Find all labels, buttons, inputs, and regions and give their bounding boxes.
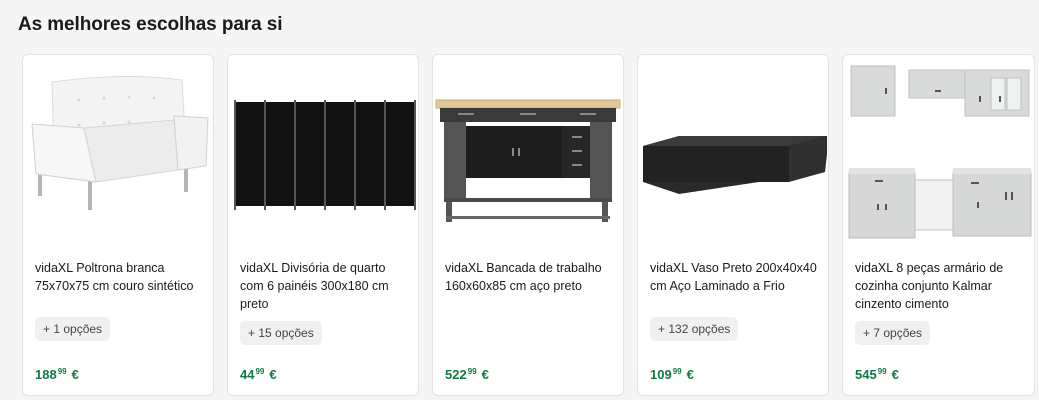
product-carousel: vidaXL Poltrona branca 75x70x75 cm couro… [22, 54, 1035, 396]
kitchen-cabinet-set-image[interactable] [843, 55, 1034, 245]
price-cents: 99 [255, 367, 265, 376]
options-badge[interactable]: + 15 opções [240, 321, 322, 345]
black-planter-image[interactable] [638, 55, 828, 245]
product-card[interactable]: vidaXL Bancada de trabalho 160x60x85 cm … [432, 54, 624, 396]
product-card[interactable]: vidaXL 8 peças armário de cozinha conjun… [842, 54, 1035, 396]
price-cents: 99 [467, 367, 477, 376]
product-card[interactable]: vidaXL Vaso Preto 200x40x40 cm Aço Lamin… [637, 54, 829, 396]
options-badge[interactable]: + 1 opções [35, 317, 111, 341]
product-card[interactable]: vidaXL Divisória de quarto com 6 painéis… [227, 54, 419, 396]
product-card[interactable]: vidaXL Poltrona branca 75x70x75 cm couro… [22, 54, 214, 396]
white-armchair-image[interactable] [23, 55, 213, 245]
product-title[interactable]: vidaXL Bancada de trabalho 160x60x85 cm … [445, 259, 617, 295]
price-currency: € [686, 367, 694, 382]
workbench-image[interactable] [433, 55, 623, 245]
product-title[interactable]: vidaXL 8 peças armário de cozinha conjun… [855, 259, 1027, 313]
price-integer: 545 [855, 367, 877, 382]
price-cents: 99 [672, 367, 682, 376]
price-integer: 109 [650, 367, 672, 382]
price-cents: 99 [57, 367, 67, 376]
price-currency: € [481, 367, 489, 382]
product-price: 109 99 € [650, 367, 694, 382]
price-currency: € [71, 367, 79, 382]
product-price: 545 99 € [855, 367, 899, 382]
price-integer: 188 [35, 367, 57, 382]
price-currency: € [891, 367, 899, 382]
product-title[interactable]: vidaXL Poltrona branca 75x70x75 cm couro… [35, 259, 207, 295]
product-title[interactable]: vidaXL Divisória de quarto com 6 painéis… [240, 259, 412, 313]
price-integer: 522 [445, 367, 467, 382]
price-currency: € [269, 367, 277, 382]
price-cents: 99 [877, 367, 887, 376]
options-badge[interactable]: + 132 opções [650, 317, 739, 341]
section-title: As melhores escolhas para si [18, 14, 283, 35]
price-integer: 44 [240, 367, 255, 382]
product-price: 44 99 € [240, 367, 277, 382]
room-divider-image[interactable] [228, 55, 418, 245]
options-badge[interactable]: + 7 opções [855, 321, 931, 345]
product-price: 522 99 € [445, 367, 489, 382]
product-price: 188 99 € [35, 367, 79, 382]
product-title[interactable]: vidaXL Vaso Preto 200x40x40 cm Aço Lamin… [650, 259, 822, 295]
